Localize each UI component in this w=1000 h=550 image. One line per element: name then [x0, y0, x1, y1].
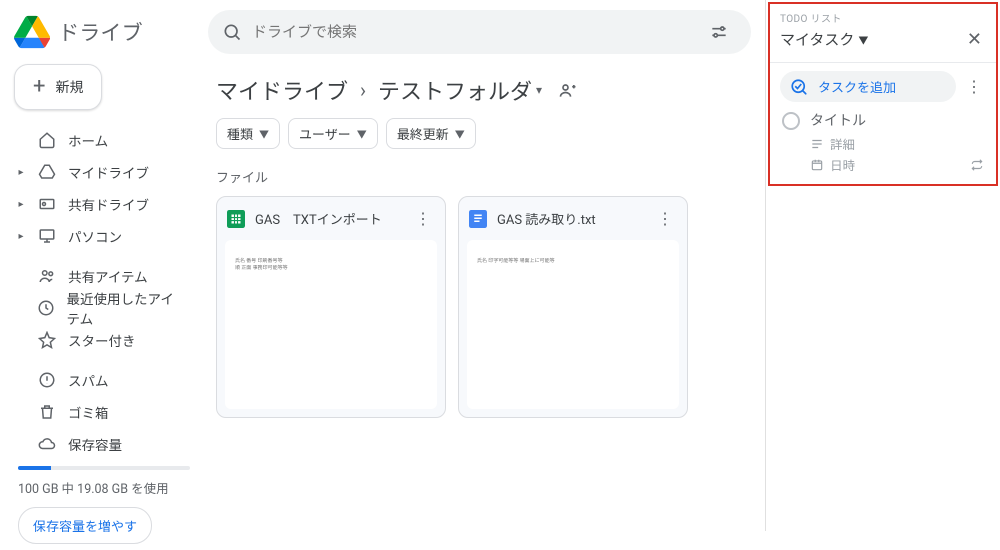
search-options-icon[interactable]: [701, 14, 737, 50]
search-box[interactable]: [208, 10, 751, 54]
add-task-button[interactable]: タスクを追加: [780, 71, 956, 102]
section-files-label: ファイル: [200, 167, 765, 196]
share-folder-icon[interactable]: [558, 80, 578, 100]
app-logo[interactable]: ドライブ: [8, 8, 200, 60]
star-icon: [38, 331, 56, 349]
filter-type-chip[interactable]: 種類▼: [216, 118, 280, 149]
shared-drive-icon: [38, 195, 56, 213]
nav-shared-drives[interactable]: ▸ 共有ドライブ: [8, 188, 192, 220]
drive-logo-icon: [14, 14, 50, 50]
storage-text: 100 GB 中 19.08 GB を使用: [18, 478, 190, 497]
expand-icon[interactable]: ▸: [16, 231, 26, 242]
nav-computers[interactable]: ▸ パソコン: [8, 220, 192, 252]
add-task-icon: [790, 78, 808, 96]
nav-trash[interactable]: ゴミ箱: [8, 396, 192, 428]
spam-icon: [38, 371, 56, 389]
clock-icon: [37, 299, 55, 317]
chevron-down-icon: ▾: [536, 83, 542, 97]
search-icon: [222, 22, 242, 42]
search-input[interactable]: [252, 23, 691, 41]
nav-recent[interactable]: 最近使用したアイテム: [8, 292, 192, 324]
chevron-down-icon: ▼: [259, 126, 269, 141]
file-card[interactable]: GAS 読み取り.txt ⋮ 氏名 印字可能等等 場面上に可能等: [458, 196, 688, 418]
task-date[interactable]: 日時: [830, 155, 855, 174]
cloud-icon: [38, 435, 56, 453]
breadcrumb-root[interactable]: マイドライブ: [216, 74, 348, 106]
breadcrumb: マイドライブ › テストフォルダ ▾: [200, 60, 765, 118]
notes-icon: [810, 137, 824, 151]
people-icon: [38, 267, 56, 285]
storage-bar: [18, 466, 190, 470]
nav-storage[interactable]: 保存容量: [8, 428, 192, 460]
plus-icon: +: [33, 80, 45, 94]
computer-icon: [38, 227, 56, 245]
nav-starred[interactable]: スター付き: [8, 324, 192, 356]
drive-icon: [38, 163, 56, 181]
task-radio[interactable]: [782, 112, 800, 130]
file-thumbnail: 氏名 印字可能等等 場面上に可能等: [467, 240, 679, 409]
expand-icon[interactable]: ▸: [16, 167, 26, 178]
close-icon[interactable]: ✕: [963, 25, 986, 54]
breadcrumb-folder[interactable]: テストフォルダ ▾: [378, 74, 542, 106]
task-item[interactable]: タイトル 詳細 日時: [780, 102, 986, 174]
nav-mydrive[interactable]: ▸ マイドライブ: [8, 156, 192, 188]
tasks-small-label: TODO リスト: [780, 10, 986, 25]
chevron-right-icon: ›: [360, 78, 366, 102]
docs-icon: [469, 210, 487, 228]
repeat-icon[interactable]: [970, 158, 984, 172]
home-icon: [38, 131, 56, 149]
file-name: GAS TXTインポート: [255, 209, 401, 228]
filter-modified-chip[interactable]: 最終更新▼: [386, 118, 476, 149]
more-icon[interactable]: ⋮: [653, 207, 677, 230]
trash-icon: [38, 403, 56, 421]
file-thumbnail: 氏名 番号 印刷番号等順 正面 事務印可能等等: [225, 240, 437, 409]
expand-icon[interactable]: ▸: [16, 199, 26, 210]
sheets-icon: [227, 210, 245, 228]
nav-home[interactable]: ホーム: [8, 124, 192, 156]
app-title: ドライブ: [58, 17, 143, 47]
chevron-down-icon: ▼: [858, 32, 868, 47]
new-button-label: 新規: [55, 77, 83, 97]
calendar-icon: [810, 158, 824, 172]
tasks-list-dropdown[interactable]: マイタスク ▼: [780, 29, 868, 50]
file-name: GAS 読み取り.txt: [497, 209, 643, 228]
buy-storage-button[interactable]: 保存容量を増やす: [18, 507, 152, 544]
filter-user-chip[interactable]: ユーザー▼: [288, 118, 378, 149]
chevron-down-icon: ▼: [455, 126, 465, 141]
tasks-panel: TODO リスト マイタスク ▼ ✕ タスクを追加 ⋮ タイトル 詳細: [765, 0, 1000, 531]
task-title[interactable]: タイトル: [810, 110, 984, 130]
task-detail[interactable]: 詳細: [830, 134, 855, 153]
new-button[interactable]: + 新規: [14, 64, 102, 110]
tasks-more-icon[interactable]: ⋮: [962, 73, 986, 100]
chevron-down-icon: ▼: [357, 126, 367, 141]
more-icon[interactable]: ⋮: [411, 207, 435, 230]
file-card[interactable]: GAS TXTインポート ⋮ 氏名 番号 印刷番号等順 正面 事務印可能等等: [216, 196, 446, 418]
nav-spam[interactable]: スパム: [8, 364, 192, 396]
